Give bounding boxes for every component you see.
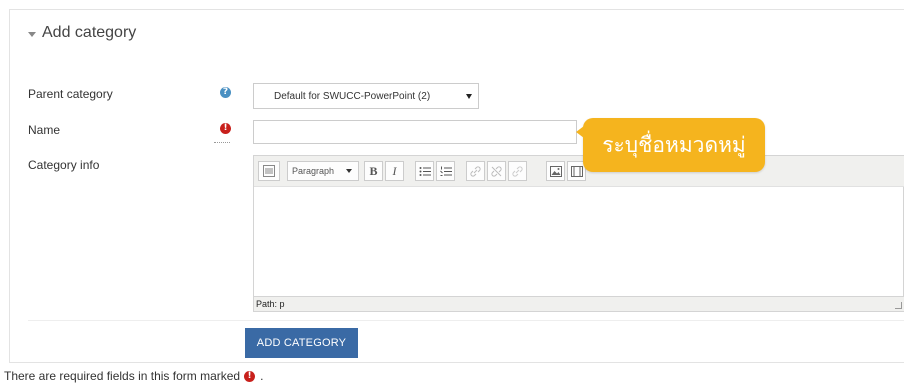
caret-down-icon (28, 31, 36, 37)
paragraph-format-value: Paragraph (292, 166, 335, 176)
toolbar-toggle-icon[interactable] (258, 161, 280, 181)
select-arrow-icon (466, 94, 472, 99)
editor-path-bar: Path: p (254, 296, 904, 311)
paragraph-format-select[interactable]: Paragraph (287, 161, 359, 181)
image-icon[interactable] (546, 161, 565, 181)
add-category-button[interactable]: ADD CATEGORY (245, 328, 358, 358)
required-fields-note: There are required fields in this form m… (4, 369, 263, 383)
callout-tail (576, 126, 584, 138)
format-arrow-icon (346, 169, 352, 173)
parent-category-value: Default for SWUCC-PowerPoint (2) (274, 90, 431, 102)
link-icon[interactable] (466, 161, 485, 181)
name-input[interactable] (253, 120, 577, 144)
anchor-icon[interactable] (508, 161, 527, 181)
numbered-list-icon[interactable] (436, 161, 455, 181)
editor-path-text: Path: p (256, 299, 285, 309)
section-legend[interactable]: Add category (28, 24, 136, 42)
parent-category-select[interactable]: Default for SWUCC-PowerPoint (2) (253, 83, 479, 109)
form-divider (28, 320, 904, 321)
required-underline (214, 142, 230, 143)
resize-grip-icon[interactable] (895, 302, 902, 309)
required-note-text: There are required fields in this form m… (4, 369, 241, 383)
section-title: Add category (42, 24, 137, 41)
name-label: Name (28, 123, 61, 137)
required-note-end: . (260, 369, 264, 383)
annotation-callout: ระบุชื่อหมวดหมู่ (576, 118, 765, 172)
editor-toolbar: Paragraph B I (254, 156, 904, 187)
bullet-list-icon[interactable] (415, 161, 434, 181)
exclamation-circle-icon: ! (220, 123, 231, 134)
question-circle-icon[interactable]: ? (220, 87, 231, 98)
callout-text: ระบุชื่อหมวดหมู่ (602, 133, 746, 157)
exclamation-circle-icon: ! (244, 370, 256, 382)
unlink-icon[interactable] (487, 161, 506, 181)
italic-button[interactable]: I (385, 161, 404, 181)
bold-button[interactable]: B (364, 161, 383, 181)
category-info-label: Category info (28, 158, 100, 172)
parent-category-label: Parent category (28, 87, 113, 101)
